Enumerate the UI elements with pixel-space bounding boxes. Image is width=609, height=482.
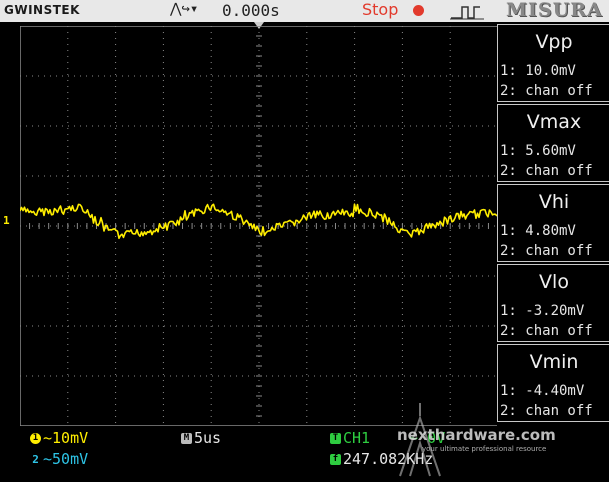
top-status-bar: GWINSTEK ⋀↪▾ 0.000s Stop MISURA — [0, 0, 609, 22]
graticule-grid — [20, 26, 498, 426]
run-state-label: Stop — [362, 0, 399, 19]
frequency-icon: f — [330, 454, 341, 465]
measurement-vhi[interactable]: Vhi 1: 4.80mV 2: chan off — [497, 184, 609, 262]
main-timebase-icon: M — [181, 433, 192, 444]
measurement-ch1-value: 1: 4.80mV — [500, 223, 576, 239]
measurement-ch2-value: 2: chan off — [500, 323, 593, 339]
watermark-text: nexthardware.com — [397, 426, 556, 444]
measurement-panel: Vpp 1: 10.0mV 2: chan off Vmax 1: 5.60mV… — [497, 22, 609, 426]
measurement-name: Vhi — [538, 191, 570, 213]
measurement-ch2-value: 2: chan off — [500, 83, 593, 99]
measurement-vlo[interactable]: Vlo 1: -3.20mV 2: chan off — [497, 264, 609, 342]
measurement-vpp[interactable]: Vpp 1: 10.0mV 2: chan off — [497, 24, 609, 102]
measurement-ch2-value: 2: chan off — [500, 163, 593, 179]
horizontal-position-readout: 0.000s — [222, 1, 280, 20]
waveform-display — [20, 26, 498, 426]
ch1-ground-marker: 1 — [3, 214, 10, 227]
measurement-vmax[interactable]: Vmax 1: 5.60mV 2: chan off — [497, 104, 609, 182]
measurement-ch1-value: 1: -4.40mV — [500, 383, 585, 399]
ch2-badge-icon: 2 — [32, 453, 39, 466]
watermark-tagline: your ultimate professional resource — [422, 445, 547, 453]
measurement-ch1-value: 1: 5.60mV — [500, 143, 576, 159]
trigger-mode-icon: ⋀↪▾ — [170, 1, 199, 17]
measurement-name: Vmin — [529, 351, 579, 373]
timebase-value: 5us — [194, 429, 222, 447]
misura-logo: MISURA — [506, 0, 603, 21]
trigger-icon: T — [330, 433, 341, 444]
ch1-badge-icon: 1 — [30, 433, 41, 444]
ch1-scale-value: ~10mV — [43, 429, 89, 447]
timebase[interactable]: M 5us — [181, 429, 221, 447]
ch2-scale-value: ~50mV — [43, 450, 89, 468]
measurement-name: Vmax — [526, 111, 582, 133]
ch1-scale[interactable]: 1 ~10mV — [30, 429, 88, 447]
trigger-edge-icon — [450, 6, 484, 20]
ch1-trace — [20, 203, 498, 240]
trigger-source: CH1 — [343, 429, 371, 447]
ch2-scale[interactable]: 2 ~50mV — [30, 450, 88, 468]
stop-indicator-icon — [413, 5, 424, 16]
measurement-name: Vlo — [539, 271, 569, 293]
measurement-ch1-value: 1: -3.20mV — [500, 303, 585, 319]
measurement-ch1-value: 1: 10.0mV — [500, 63, 576, 79]
measurement-name: Vpp — [535, 31, 573, 53]
brand-label: GWINSTEK — [4, 3, 80, 17]
measurement-ch2-value: 2: chan off — [500, 243, 593, 259]
